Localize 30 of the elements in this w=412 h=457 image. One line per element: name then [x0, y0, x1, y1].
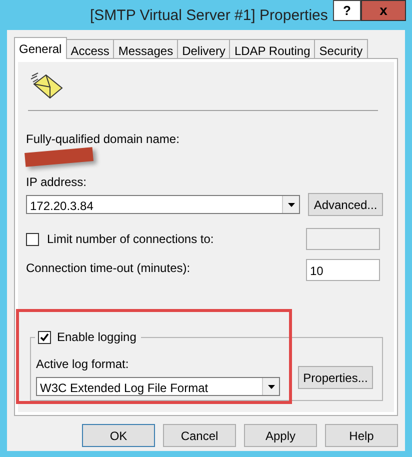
ip-address-dropdown[interactable]: 172.20.3.84	[26, 195, 300, 214]
advanced-button[interactable]: Advanced...	[308, 193, 383, 216]
field-label: Connection time-out (minutes):	[26, 260, 190, 277]
dialog-button[interactable]: Apply	[244, 424, 317, 447]
field-label: IP address:	[26, 174, 88, 191]
redaction-mark	[24, 147, 94, 167]
dropdown-arrow-icon	[288, 202, 294, 206]
tab[interactable]: Access	[66, 39, 114, 58]
tab[interactable]: Delivery	[177, 39, 230, 58]
properties-button[interactable]: Properties...	[298, 366, 373, 389]
field-label: Fully-qualified domain name:	[26, 131, 180, 148]
checkbox[interactable]	[38, 330, 51, 344]
input-field[interactable]: 10	[306, 259, 380, 281]
tab[interactable]: LDAP Routing	[229, 39, 316, 58]
dialog-button[interactable]: Cancel	[163, 424, 236, 447]
window-title: [SMTP Virtual Server #1] Properties	[90, 6, 328, 26]
tab[interactable]: Security	[314, 39, 368, 58]
dialog-button[interactable]: OK	[82, 424, 155, 447]
checkbox-label: Limit number of connections to:	[47, 231, 214, 248]
checkbox-label: Enable logging	[57, 329, 136, 346]
tab[interactable]: General	[14, 37, 67, 59]
field-label: Active log format:	[36, 356, 130, 373]
log-format-dropdown[interactable]: W3C Extended Log File Format	[36, 377, 280, 396]
checkbox[interactable]	[26, 232, 39, 246]
help-button[interactable]: ?	[333, 0, 361, 21]
envelope-icon	[30, 72, 64, 100]
dialog-button[interactable]: Help	[325, 424, 398, 447]
close-button[interactable]: x	[361, 0, 406, 21]
tab[interactable]: Messages	[113, 39, 178, 58]
dropdown-arrow-icon	[268, 384, 274, 388]
